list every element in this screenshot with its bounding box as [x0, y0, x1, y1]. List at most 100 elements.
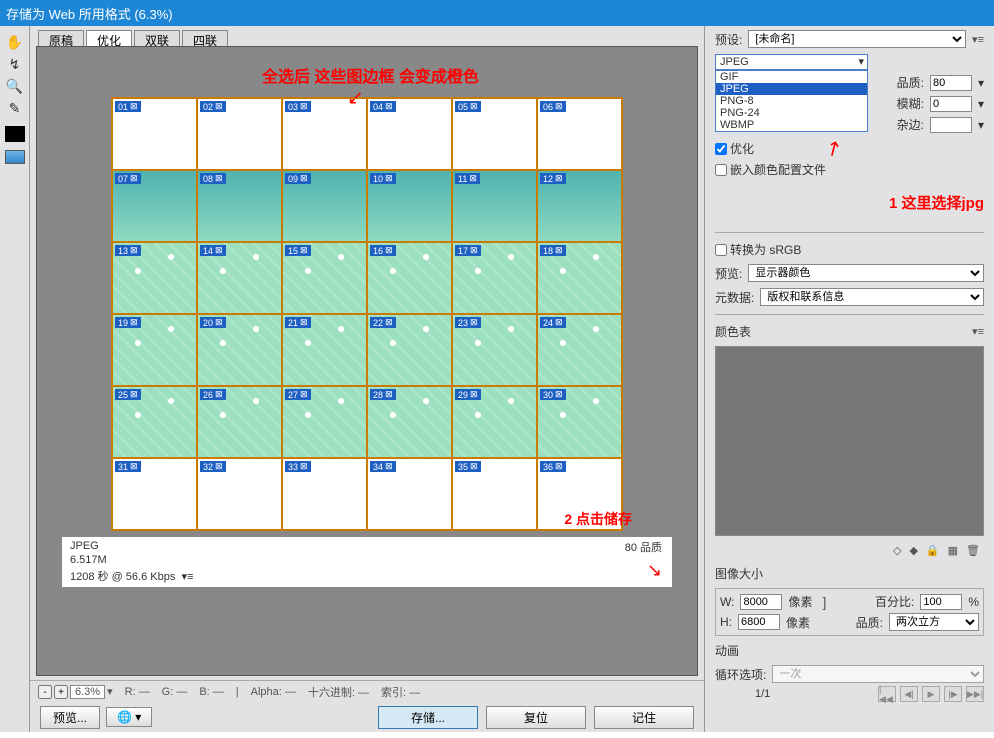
matte-swatch[interactable] — [930, 117, 972, 133]
format-option[interactable]: JPEG — [716, 83, 867, 95]
slice-cell[interactable]: 35 — [452, 458, 537, 530]
preset-select[interactable]: [未命名] — [748, 30, 966, 48]
percent-input[interactable] — [920, 594, 962, 610]
zoom-out-button[interactable]: - — [38, 685, 52, 699]
reset-button[interactable]: 复位 — [486, 706, 586, 729]
last-frame-button[interactable]: ▶▶| — [966, 686, 984, 702]
annotation-click-save: 2 点击储存 — [564, 509, 632, 529]
height-input[interactable] — [738, 614, 780, 630]
slice-cell[interactable]: 05 — [452, 98, 537, 170]
slice-cell[interactable]: 13 — [112, 242, 197, 314]
prev-frame-button[interactable]: ◀| — [900, 686, 918, 702]
slice-select-tool-icon[interactable]: ↯ — [3, 54, 27, 74]
zoom-in-button[interactable]: + — [54, 685, 68, 699]
play-button[interactable]: ▶ — [922, 686, 940, 702]
slice-cell[interactable]: 14 — [197, 242, 282, 314]
slice-label: 28 — [370, 389, 396, 400]
embed-profile-checkbox[interactable] — [715, 164, 727, 176]
ct-icon[interactable]: 🔒 — [926, 544, 940, 557]
panel-menu-icon[interactable]: ▾≡ — [972, 33, 984, 46]
slice-cell[interactable]: 34 — [367, 458, 452, 530]
slice-cell[interactable]: 32 — [197, 458, 282, 530]
ct-icon[interactable]: ◆ — [909, 544, 917, 557]
slice-label: 25 — [115, 389, 141, 400]
first-frame-button[interactable]: |◀◀ — [878, 686, 896, 702]
slice-cell[interactable]: 26 — [197, 386, 282, 458]
ct-icon[interactable]: 🗑 — [966, 544, 980, 557]
slice-cell[interactable]: 07 — [112, 170, 197, 242]
format-option[interactable]: PNG-8 — [716, 95, 867, 107]
tab-optimized[interactable]: 优化 — [86, 30, 132, 46]
optimize-checkbox[interactable] — [715, 143, 727, 155]
remember-button[interactable]: 记住 — [594, 706, 694, 729]
metadata-select[interactable]: 版权和联系信息 — [760, 288, 984, 306]
matte-label: 杂边: — [897, 116, 924, 133]
slice-cell[interactable]: 11 — [452, 170, 537, 242]
slice-cell[interactable]: 15 — [282, 242, 367, 314]
slice-cell[interactable]: 30 — [537, 386, 622, 458]
slice-cell[interactable]: 20 — [197, 314, 282, 386]
resample-select[interactable]: 两次立方 — [889, 613, 979, 631]
zoom-value[interactable]: 6.3% — [70, 685, 105, 699]
hand-tool-icon[interactable]: ✋ — [3, 32, 27, 52]
format-option[interactable]: WBMP — [716, 119, 867, 131]
convert-srgb-checkbox[interactable] — [715, 244, 727, 256]
next-frame-button[interactable]: |▶ — [944, 686, 962, 702]
slice-cell[interactable]: 29 — [452, 386, 537, 458]
toggle-slice-visibility-icon[interactable] — [5, 150, 25, 164]
tab-four-up[interactable]: 四联 — [182, 30, 228, 46]
slice-cell[interactable]: 03 — [282, 98, 367, 170]
slice-cell[interactable]: 21 — [282, 314, 367, 386]
colortable-menu-icon[interactable]: ▾≡ — [972, 325, 984, 338]
color-swatch[interactable] — [5, 126, 25, 142]
slice-cell[interactable]: 22 — [367, 314, 452, 386]
slice-cell[interactable]: 17 — [452, 242, 537, 314]
slice-grid[interactable]: 010203040506 070809101112 131415161718 1920… — [111, 97, 623, 531]
preset-label: 预设: — [715, 31, 742, 48]
slice-cell[interactable]: 27 — [282, 386, 367, 458]
readout-alpha: Alpha: — — [251, 686, 296, 698]
eyedropper-tool-icon[interactable]: ✎ — [3, 98, 27, 118]
slice-cell[interactable]: 10 — [367, 170, 452, 242]
zoom-tool-icon[interactable]: 🔍 — [3, 76, 27, 96]
loop-select[interactable]: 一次 — [772, 665, 984, 683]
slice-cell[interactable]: 24 — [537, 314, 622, 386]
zoom-control[interactable]: - + 6.3% ▾ — [38, 685, 113, 699]
width-input[interactable] — [740, 594, 782, 610]
slice-cell[interactable]: 31 — [112, 458, 197, 530]
tab-two-up[interactable]: 双联 — [134, 30, 180, 46]
format-option[interactable]: GIF — [716, 71, 867, 83]
slice-cell[interactable]: 04 — [367, 98, 452, 170]
ct-icon[interactable]: ◇ — [893, 544, 901, 557]
format-dropdown[interactable]: JPEG GIFJPEGPNG-8PNG-24WBMP — [715, 54, 868, 70]
slice-cell[interactable]: 01 — [112, 98, 197, 170]
format-selected[interactable]: JPEG — [715, 54, 868, 70]
save-button[interactable]: 存储... — [378, 706, 478, 729]
slice-cell[interactable]: 18 — [537, 242, 622, 314]
ct-icon[interactable]: ▦ — [948, 544, 958, 557]
slice-cell[interactable]: 09 — [282, 170, 367, 242]
browser-preview-button[interactable]: 🌐 ▾ — [106, 707, 152, 727]
slice-label: 26 — [200, 389, 226, 400]
zoom-dropdown-icon[interactable]: ▾ — [107, 685, 113, 698]
link-bracket-icon[interactable]: ] — [818, 594, 828, 610]
slice-cell[interactable]: 16 — [367, 242, 452, 314]
settings-panel: 预设: [未命名] ▾≡ JPEG GIFJPEGPNG-8PNG-24WBMP… — [704, 26, 994, 732]
format-option[interactable]: PNG-24 — [716, 107, 867, 119]
slice-cell[interactable]: 28 — [367, 386, 452, 458]
slice-cell[interactable]: 02 — [197, 98, 282, 170]
slice-cell[interactable]: 25 — [112, 386, 197, 458]
slice-cell[interactable]: 19 — [112, 314, 197, 386]
quality-input[interactable] — [930, 75, 972, 91]
tab-original[interactable]: 原稿 — [38, 30, 84, 46]
format-dropdown-list[interactable]: GIFJPEGPNG-8PNG-24WBMP — [715, 70, 868, 132]
preview-select[interactable]: 显示器颜色 — [748, 264, 984, 282]
slice-cell[interactable]: 06 — [537, 98, 622, 170]
percent-sign: % — [968, 595, 979, 609]
slice-cell[interactable]: 12 — [537, 170, 622, 242]
slice-cell[interactable]: 23 — [452, 314, 537, 386]
preview-button[interactable]: 预览... — [40, 706, 100, 729]
blur-input[interactable] — [930, 96, 972, 112]
slice-cell[interactable]: 33 — [282, 458, 367, 530]
slice-cell[interactable]: 08 — [197, 170, 282, 242]
